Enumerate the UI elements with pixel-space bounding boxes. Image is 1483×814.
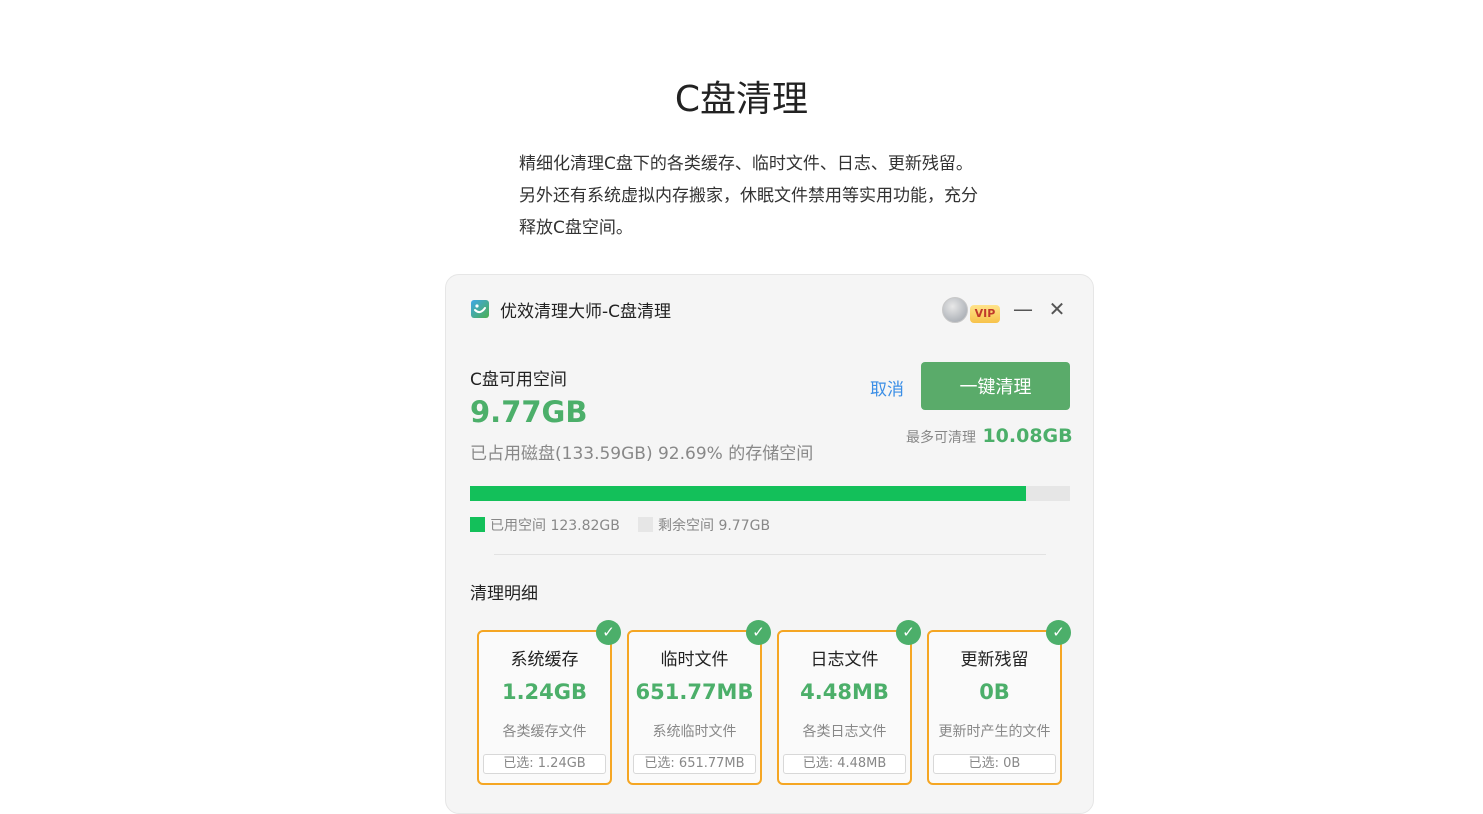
card-title: 日志文件 xyxy=(810,650,879,670)
one-click-clean-button[interactable]: 一键清理 xyxy=(921,362,1070,410)
legend-used: 已用空间 123.82GB xyxy=(470,515,620,535)
card-log-files[interactable]: ✓ 日志文件 4.48MB 各类日志文件 已选: 4.48MB xyxy=(777,620,921,785)
disk-usage-bar xyxy=(470,486,1070,501)
user-avatar[interactable] xyxy=(942,297,968,323)
max-clean-label: 最多可清理 xyxy=(906,430,976,446)
card-title: 更新残留 xyxy=(960,650,1029,670)
vip-badge[interactable]: VIP xyxy=(970,305,1000,323)
app-logo-icon xyxy=(471,300,489,318)
card-size: 1.24GB xyxy=(501,680,588,704)
card-temp-files[interactable]: ✓ 临时文件 651.77MB 系统临时文件 已选: 651.77MB xyxy=(627,620,771,785)
window-title: 优效清理大师-C盘清理 xyxy=(500,302,672,322)
card-selected-amount: 已选: 4.48MB xyxy=(783,754,906,774)
checkmark-icon[interactable]: ✓ xyxy=(896,620,921,645)
app-window: 优效清理大师-C盘清理 VIP — ✕ C盘可用空间 9.77GB 已占用磁盘(… xyxy=(445,274,1094,814)
free-space-label: C盘可用空间 xyxy=(470,370,567,390)
cancel-link[interactable]: 取消 xyxy=(870,375,904,400)
card-selected-amount: 已选: 651.77MB xyxy=(633,754,756,774)
legend-used-swatch xyxy=(470,517,485,532)
minimize-button[interactable]: — xyxy=(1011,297,1035,321)
card-description: 各类缓存文件 xyxy=(502,724,587,740)
card-size: 651.77MB xyxy=(635,680,754,704)
intro-line: 精细化清理C盘下的各类缓存、临时文件、日志、更新残留。 xyxy=(519,154,973,174)
page-title: C盘清理 xyxy=(674,79,809,120)
free-space-value: 9.77GB xyxy=(470,395,588,429)
card-system-cache[interactable]: ✓ 系统缓存 1.24GB 各类缓存文件 已选: 1.24GB xyxy=(477,620,621,785)
intro-line: 释放C盘空间。 xyxy=(519,218,633,238)
legend-used-label: 已用空间 123.82GB xyxy=(490,518,620,534)
close-button[interactable]: ✕ xyxy=(1045,297,1069,321)
card-title: 系统缓存 xyxy=(510,650,579,670)
details-title: 清理明细 xyxy=(470,584,538,604)
card-update-residue[interactable]: ✓ 更新残留 0B 更新时产生的文件 已选: 0B xyxy=(927,620,1071,785)
card-description: 更新时产生的文件 xyxy=(938,724,1051,740)
card-description: 系统临时文件 xyxy=(652,724,737,740)
card-selected-amount: 已选: 1.24GB xyxy=(483,754,606,774)
card-description: 各类日志文件 xyxy=(802,724,887,740)
card-size: 0B xyxy=(979,680,1010,704)
checkmark-icon[interactable]: ✓ xyxy=(746,620,771,645)
disk-usage-text: 已占用磁盘(133.59GB) 92.69% 的存储空间 xyxy=(470,444,814,464)
max-clean-value: 10.08GB xyxy=(982,425,1073,447)
legend-free: 剩余空间 9.77GB xyxy=(638,515,770,535)
divider xyxy=(494,554,1046,555)
legend-free-swatch xyxy=(638,517,653,532)
card-title: 临时文件 xyxy=(660,650,729,670)
disk-usage-bar-fill xyxy=(470,486,1027,501)
intro-line: 另外还有系统虚拟内存搬家，休眠文件禁用等实用功能，充分 xyxy=(519,186,978,206)
intro-text: 精细化清理C盘下的各类缓存、临时文件、日志、更新残留。 另外还有系统虚拟内存搬家… xyxy=(519,148,1019,244)
legend-free-label: 剩余空间 9.77GB xyxy=(658,518,771,534)
card-size: 4.48MB xyxy=(800,680,889,704)
checkmark-icon[interactable]: ✓ xyxy=(596,620,621,645)
card-selected-amount: 已选: 0B xyxy=(933,754,1056,774)
checkmark-icon[interactable]: ✓ xyxy=(1046,620,1071,645)
max-clean-info: 最多可清理 10.08GB xyxy=(906,425,1073,447)
